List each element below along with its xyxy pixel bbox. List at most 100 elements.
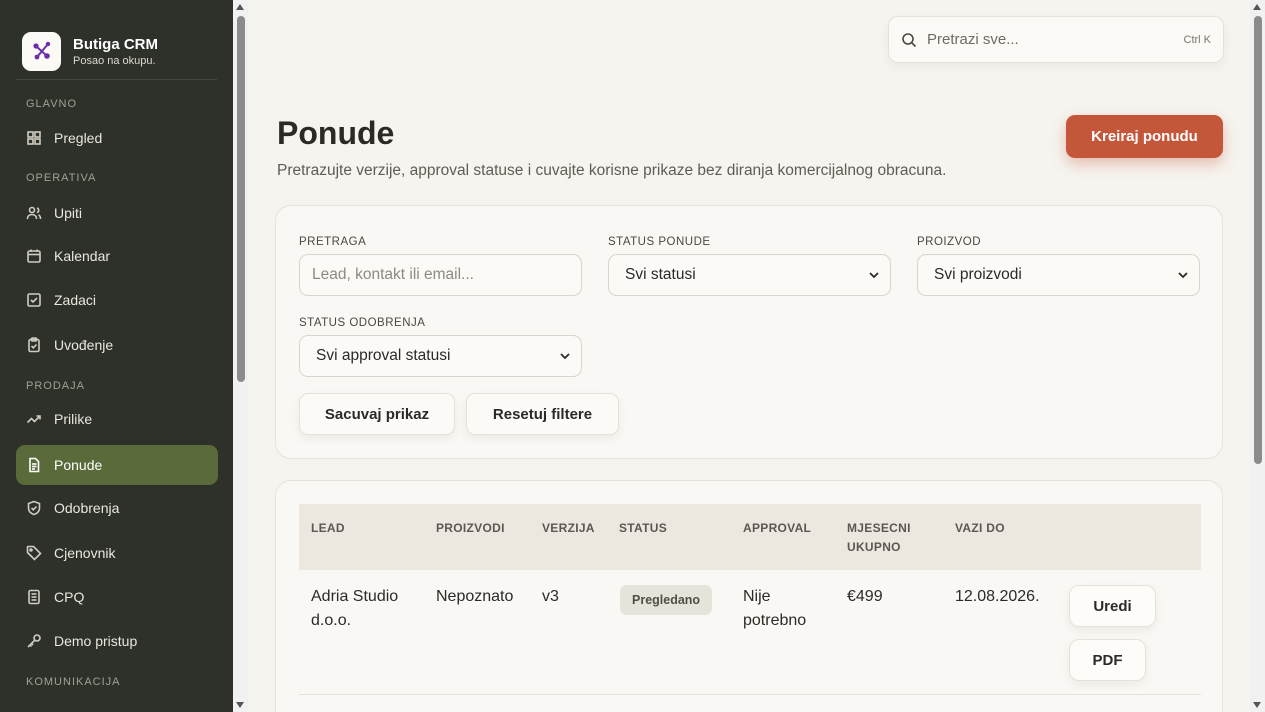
sidebar-item-label: Prilike xyxy=(54,411,93,427)
main-content: Ctrl K Ponude Pretrazujte verzije, appro… xyxy=(249,0,1249,712)
sidebar-item-label: Pregled xyxy=(54,130,103,146)
filters-card: PRETRAGA Lead, kontakt ili email... STAT… xyxy=(275,205,1223,459)
column-valid: VAZI DO xyxy=(955,521,1005,535)
status-filter-label: STATUS PONUDE xyxy=(608,236,711,248)
sidebar-item-label: Cjenovnik xyxy=(54,545,116,561)
chevron-down-icon xyxy=(560,353,570,360)
sidebar-item-label: Upiti xyxy=(54,205,83,221)
save-view-button[interactable]: Sacuvaj prikaz xyxy=(299,393,455,435)
section-komunikacija: KOMUNIKACIJA xyxy=(26,676,121,688)
scroll-down-icon[interactable] xyxy=(1253,702,1261,708)
table-header: LEAD PROIZVODI VERZIJA STATUS APPROVAL M… xyxy=(299,504,1201,570)
edit-button[interactable]: Uredi xyxy=(1069,585,1156,627)
column-monthly-line2: UKUPNO xyxy=(847,540,901,554)
sidebar-item-prilike[interactable]: Prilike xyxy=(16,399,218,439)
status-badge: Pregledano xyxy=(620,585,713,615)
column-monthly: MJESECNI UKUPNO xyxy=(847,519,911,557)
brand-tagline: Posao na okupu. xyxy=(73,54,156,67)
column-products: PROIZVODI xyxy=(436,521,505,535)
checkbox-icon xyxy=(27,293,41,307)
sidebar-item-pregled[interactable]: Pregled xyxy=(16,118,218,158)
sidebar-item-label: Kalendar xyxy=(54,248,111,264)
column-status: STATUS xyxy=(619,521,668,535)
users-icon xyxy=(26,206,42,220)
search-icon xyxy=(902,32,917,47)
document-icon xyxy=(29,457,40,473)
approval-filter-label: STATUS ODOBRENJA xyxy=(299,317,426,329)
calendar-icon xyxy=(27,249,41,263)
sidebar-divider xyxy=(16,79,217,80)
row-lead[interactable]: Adria Studio d.o.o. xyxy=(311,585,398,633)
row-approval: Nije potrebno xyxy=(743,585,806,633)
column-approval: APPROVAL xyxy=(743,521,812,535)
search-filter-label: PRETRAGA xyxy=(299,236,367,248)
approval-select-value: Svi approval statusi xyxy=(316,347,451,364)
product-select-value: Svi proizvodi xyxy=(934,266,1022,283)
section-glavno: GLAVNO xyxy=(26,98,78,110)
row-products: Nepoznato xyxy=(436,588,514,605)
row-approval-line1: Nije xyxy=(743,588,771,605)
sidebar-item-odobrenja[interactable]: Odobrenja xyxy=(16,488,218,528)
lead-search-input[interactable]: Lead, kontakt ili email... xyxy=(299,254,582,296)
row-lead-line2: d.o.o. xyxy=(311,612,352,629)
sidebar-item-upiti[interactable]: Upiti xyxy=(16,193,218,233)
sidebar-scrollbar[interactable] xyxy=(233,0,248,712)
sidebar-item-cjenovnik[interactable]: Cjenovnik xyxy=(16,533,218,573)
section-prodaja: PRODAJA xyxy=(26,380,85,392)
sidebar-item-zadaci[interactable]: Zadaci xyxy=(16,280,218,320)
sidebar-item-ponude[interactable]: Ponude xyxy=(16,445,218,485)
row-approval-line2: potrebno xyxy=(743,612,807,629)
sidebar-item-uvodenje[interactable]: Uvođenje xyxy=(16,325,218,365)
search-input[interactable] xyxy=(927,31,1174,48)
scroll-up-icon[interactable] xyxy=(1253,4,1261,10)
sidebar-item-label: Uvođenje xyxy=(54,337,114,353)
status-select[interactable]: Svi statusi xyxy=(608,254,891,296)
page-scrollbar[interactable] xyxy=(1250,0,1265,712)
shield-icon xyxy=(27,500,41,516)
tag-icon xyxy=(26,545,42,561)
sidebar-item-label: Ponude xyxy=(54,457,103,473)
sidebar-item-demo-pristup[interactable]: Demo pristup xyxy=(16,621,218,661)
trend-icon xyxy=(26,415,41,424)
scrollbar-thumb[interactable] xyxy=(1254,16,1262,464)
sidebar-item-kalendar[interactable]: Kalendar xyxy=(16,236,218,276)
row-version: v3 xyxy=(542,588,559,605)
chevron-down-icon xyxy=(1178,272,1188,279)
reset-filters-button[interactable]: Resetuj filtere xyxy=(466,393,619,435)
sidebar: Butiga CRM Posao na okupu. GLAVNO Pregle… xyxy=(0,0,233,712)
product-select[interactable]: Svi proizvodi xyxy=(917,254,1200,296)
column-version: VERZIJA xyxy=(542,521,595,535)
row-divider xyxy=(299,694,1201,695)
offers-table: LEAD PROIZVODI VERZIJA STATUS APPROVAL M… xyxy=(275,480,1223,712)
sidebar-item-label: CPQ xyxy=(54,589,85,605)
scrollbar-thumb[interactable] xyxy=(237,16,245,382)
sidebar-item-label: Demo pristup xyxy=(54,633,138,649)
brand[interactable]: Butiga CRM Posao na okupu. xyxy=(0,0,233,80)
file-icon xyxy=(28,589,40,605)
row-valid: 12.08.2026. xyxy=(955,588,1040,605)
clipboard-icon xyxy=(28,337,40,353)
sidebar-item-cpq[interactable]: CPQ xyxy=(16,577,218,617)
pdf-button[interactable]: PDF xyxy=(1069,639,1146,681)
section-operativa: OPERATIVA xyxy=(26,172,97,184)
grid-icon xyxy=(27,131,41,145)
page-title: Ponude xyxy=(277,115,395,151)
row-lead-line1: Adria Studio xyxy=(311,588,399,605)
brand-name: Butiga CRM xyxy=(73,35,158,53)
approval-select[interactable]: Svi approval statusi xyxy=(299,335,582,377)
column-monthly-line1: MJESECNI xyxy=(847,521,911,535)
logo-icon xyxy=(22,31,61,71)
product-filter-label: PROIZVOD xyxy=(917,236,982,248)
row-monthly: €499 xyxy=(847,588,883,605)
search-shortcut: Ctrl K xyxy=(1183,33,1212,46)
key-icon xyxy=(27,634,41,648)
scroll-down-icon[interactable] xyxy=(236,702,244,708)
chevron-down-icon xyxy=(869,272,879,279)
page-subtitle: Pretrazujte verzije, approval statuse i … xyxy=(277,162,947,179)
column-lead: LEAD xyxy=(311,521,345,535)
scroll-up-icon[interactable] xyxy=(236,4,244,10)
sidebar-item-label: Odobrenja xyxy=(54,500,120,516)
global-search[interactable]: Ctrl K xyxy=(888,16,1224,63)
status-select-value: Svi statusi xyxy=(625,266,696,283)
create-offer-button[interactable]: Kreiraj ponudu xyxy=(1066,115,1223,158)
